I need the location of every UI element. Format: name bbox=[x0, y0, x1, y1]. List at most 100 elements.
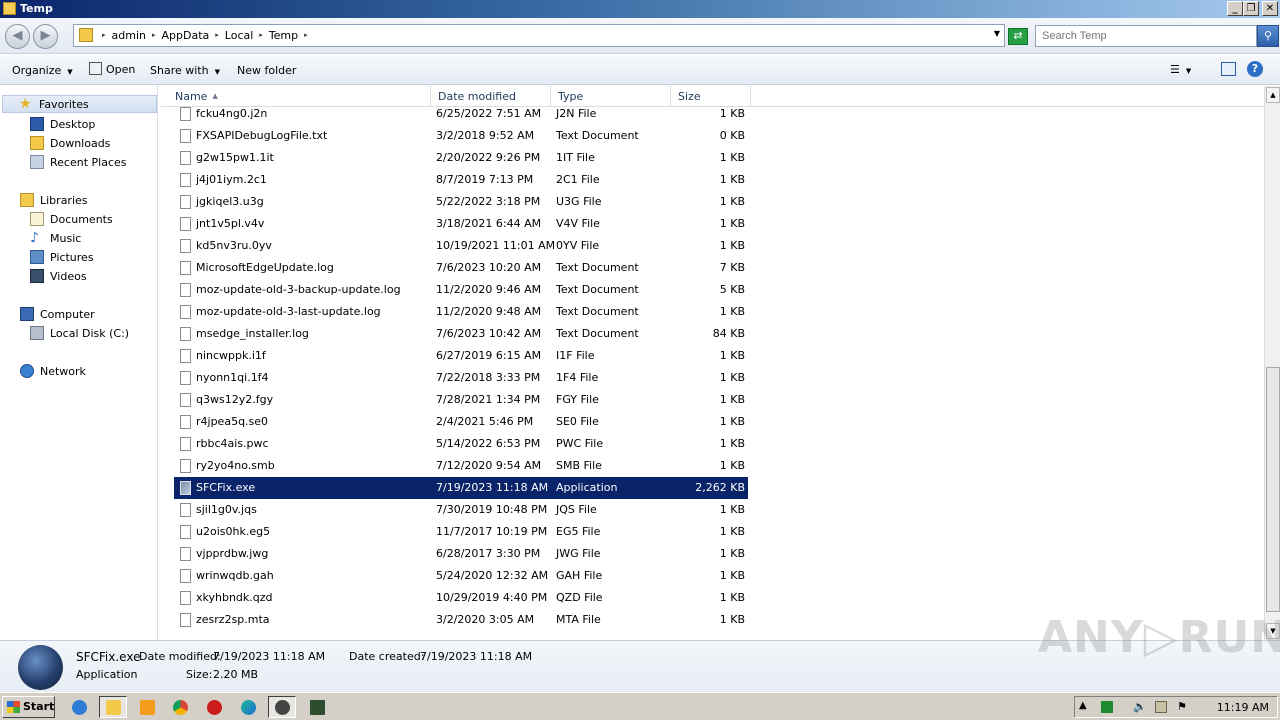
file-row[interactable]: MicrosoftEdgeUpdate.log 7/6/2023 10:20 AM… bbox=[174, 257, 748, 279]
file-size: 1 KB bbox=[719, 569, 745, 582]
file-row[interactable]: wrinwqdb.gah 5/24/2020 12:32 AM GAH File 1 … bbox=[174, 565, 748, 587]
file-size: 1 KB bbox=[719, 393, 745, 406]
share-with-button[interactable]: Share with ▼ bbox=[150, 64, 220, 77]
breadcrumb-appdata[interactable]: AppData bbox=[162, 29, 210, 42]
help-button[interactable]: ? bbox=[1247, 61, 1263, 77]
scroll-thumb[interactable] bbox=[1266, 367, 1280, 612]
back-button[interactable]: ◀ bbox=[5, 24, 30, 49]
file-name: nincwppk.i1f bbox=[196, 349, 266, 362]
flag-icon[interactable]: ⚑ bbox=[1177, 700, 1189, 713]
file-row[interactable]: nyonn1qi.1f4 7/22/2018 3:33 PM 1F4 File 1 K… bbox=[174, 367, 748, 389]
breadcrumb-temp[interactable]: Temp bbox=[269, 29, 298, 42]
internet-explorer-icon[interactable] bbox=[65, 696, 93, 718]
explorer-icon[interactable] bbox=[99, 696, 127, 718]
file-row[interactable]: moz-update-old-3-backup-update.log 11/2/2… bbox=[174, 279, 748, 301]
nav-local-disk[interactable]: Local Disk (C:) bbox=[30, 324, 129, 342]
clock[interactable]: 11:19 AM bbox=[1217, 701, 1269, 714]
show-hidden-icons-icon[interactable]: ▲ bbox=[1079, 700, 1091, 712]
file-size: 1 KB bbox=[719, 195, 745, 208]
scroll-up-button[interactable]: ▲ bbox=[1266, 87, 1280, 103]
file-name: ry2yo4no.smb bbox=[196, 459, 275, 472]
minimize-button[interactable]: _ bbox=[1227, 1, 1243, 16]
sfcfix-icon[interactable] bbox=[268, 696, 296, 718]
restore-button[interactable]: ❐ bbox=[1243, 1, 1259, 16]
address-dropdown-icon[interactable]: ▼ bbox=[994, 29, 1000, 38]
organize-button[interactable]: Organize ▼ bbox=[12, 64, 73, 77]
chevron-right-icon[interactable]: ▸ bbox=[259, 29, 263, 42]
file-row[interactable]: zesrz2sp.mta 3/2/2020 3:05 AM MTA File 1 KB bbox=[174, 609, 748, 631]
file-row[interactable]: jnt1v5pl.v4v 3/18/2021 6:44 AM V4V File 1 K… bbox=[174, 213, 748, 235]
file-row[interactable]: jgkiqel3.u3g 5/22/2022 3:18 PM U3G File 1 K… bbox=[174, 191, 748, 213]
file-row[interactable]: nincwppk.i1f 6/27/2019 6:15 AM I1F File 1 K… bbox=[174, 345, 748, 367]
file-row[interactable]: ry2yo4no.smb 7/12/2020 9:54 AM SMB File 1 K… bbox=[174, 455, 748, 477]
forward-button[interactable]: ▶ bbox=[33, 24, 58, 49]
nav-documents[interactable]: Documents bbox=[30, 210, 113, 228]
preview-pane-button[interactable] bbox=[1221, 62, 1236, 79]
back-arrow-icon: ◀ bbox=[12, 28, 23, 43]
nav-videos[interactable]: Videos bbox=[30, 267, 87, 285]
file-name: q3ws12y2.fgy bbox=[196, 393, 274, 406]
file-row[interactable]: g2w15pw1.1it 2/20/2022 9:26 PM 1IT File 1 K… bbox=[174, 147, 748, 169]
file-type: I1F File bbox=[556, 349, 595, 362]
network-status-icon[interactable] bbox=[1101, 701, 1113, 713]
file-row[interactable]: vjpprdbw.jwg 6/28/2017 3:30 PM JWG File 1 K… bbox=[174, 543, 748, 565]
nav-favorites[interactable]: ★ Favorites bbox=[2, 95, 157, 113]
breadcrumb-local[interactable]: Local bbox=[225, 29, 254, 42]
nav-label: Network bbox=[40, 364, 86, 378]
close-button[interactable]: ✕ bbox=[1262, 1, 1278, 16]
file-size: 1 KB bbox=[719, 613, 745, 626]
address-bar[interactable]: ▸ admin ▸ AppData ▸ Local ▸ Temp ▸ ▼ bbox=[73, 24, 1005, 47]
chevron-right-icon[interactable]: ▸ bbox=[304, 29, 308, 42]
refresh-button[interactable]: ⇄ bbox=[1008, 28, 1028, 45]
chrome-icon[interactable] bbox=[166, 696, 194, 718]
file-row[interactable]: q3ws12y2.fgy 7/28/2021 1:34 PM FGY File 1 K… bbox=[174, 389, 748, 411]
edge-icon[interactable] bbox=[234, 696, 262, 718]
terminal-icon[interactable] bbox=[303, 696, 331, 718]
file-type: J2N File bbox=[556, 107, 597, 120]
new-folder-button[interactable]: New folder bbox=[237, 64, 296, 77]
search-button[interactable]: ⚲ bbox=[1257, 25, 1279, 47]
view-options-button[interactable]: ☰ ▼ bbox=[1170, 63, 1191, 76]
file-name: r4jpea5q.se0 bbox=[196, 415, 269, 428]
nav-downloads[interactable]: Downloads bbox=[30, 134, 110, 152]
nav-pictures[interactable]: Pictures bbox=[30, 248, 94, 266]
file-date-modified: 3/2/2020 3:05 AM bbox=[436, 613, 535, 626]
file-row[interactable]: msedge_installer.log 7/6/2023 10:42 AM Tex… bbox=[174, 323, 748, 345]
opera-icon[interactable] bbox=[200, 696, 228, 718]
nav-music[interactable]: ♪ Music bbox=[30, 229, 81, 247]
file-date-modified: 8/7/2019 7:13 PM bbox=[436, 173, 534, 186]
file-row[interactable]: moz-update-old-3-last-update.log 11/2/202… bbox=[174, 301, 748, 323]
chevron-right-icon[interactable]: ▸ bbox=[215, 29, 219, 42]
action-center-icon[interactable] bbox=[1155, 701, 1167, 713]
search-input[interactable] bbox=[1035, 25, 1257, 47]
volume-icon[interactable]: 🔈 bbox=[1133, 700, 1147, 713]
start-button[interactable]: Start bbox=[2, 696, 55, 718]
file-row[interactable]: rbbc4ais.pwc 5/14/2022 6:53 PM PWC File 1 K… bbox=[174, 433, 748, 455]
nav-computer[interactable]: Computer bbox=[20, 305, 95, 323]
breadcrumb-admin[interactable]: admin bbox=[112, 29, 146, 42]
file-name: msedge_installer.log bbox=[196, 327, 309, 340]
file-type: 2C1 File bbox=[556, 173, 600, 186]
file-row[interactable]: FXSAPIDebugLogFile.txt 3/2/2018 9:52 AM Te… bbox=[174, 125, 748, 147]
file-row[interactable]: r4jpea5q.se0 2/4/2021 5:46 PM SE0 File 1 KB bbox=[174, 411, 748, 433]
file-row[interactable]: sjil1g0v.jqs 7/30/2019 10:48 PM JQS File 1 … bbox=[174, 499, 748, 521]
nav-desktop[interactable]: Desktop bbox=[30, 115, 95, 133]
file-row[interactable]: SFCFix.exe 7/19/2023 11:18 AM Application 2… bbox=[174, 477, 748, 499]
file-icon bbox=[180, 613, 191, 627]
file-row[interactable]: kd5nv3ru.0yv 10/19/2021 11:01 AM 0YV File 1… bbox=[174, 235, 748, 257]
chevron-right-icon[interactable]: ▸ bbox=[152, 29, 156, 42]
nav-libraries[interactable]: Libraries bbox=[20, 191, 88, 209]
file-row[interactable]: j4j01iym.2c1 8/7/2019 7:13 PM 2C1 File 1 KB bbox=[174, 169, 748, 191]
file-type: JQS File bbox=[556, 503, 597, 516]
open-button[interactable]: Open bbox=[89, 62, 135, 76]
chevron-down-icon: ▼ bbox=[1185, 67, 1192, 75]
chevron-right-icon[interactable]: ▸ bbox=[102, 29, 106, 42]
share-with-label: Share with bbox=[150, 64, 209, 77]
nav-recent-places[interactable]: Recent Places bbox=[30, 153, 127, 171]
file-row[interactable]: u2ois0hk.eg5 11/7/2017 10:19 PM EG5 File 1 … bbox=[174, 521, 748, 543]
media-player-icon[interactable] bbox=[133, 696, 161, 718]
vertical-scrollbar[interactable]: ▲ ▼ bbox=[1264, 86, 1280, 640]
nav-network[interactable]: Network bbox=[20, 362, 86, 380]
file-row[interactable]: fcku4ng0.j2n 6/25/2022 7:51 AM J2N File 1 K… bbox=[174, 103, 748, 125]
file-row[interactable]: xkyhbndk.qzd 10/29/2019 4:40 PM QZD File 1 … bbox=[174, 587, 748, 609]
